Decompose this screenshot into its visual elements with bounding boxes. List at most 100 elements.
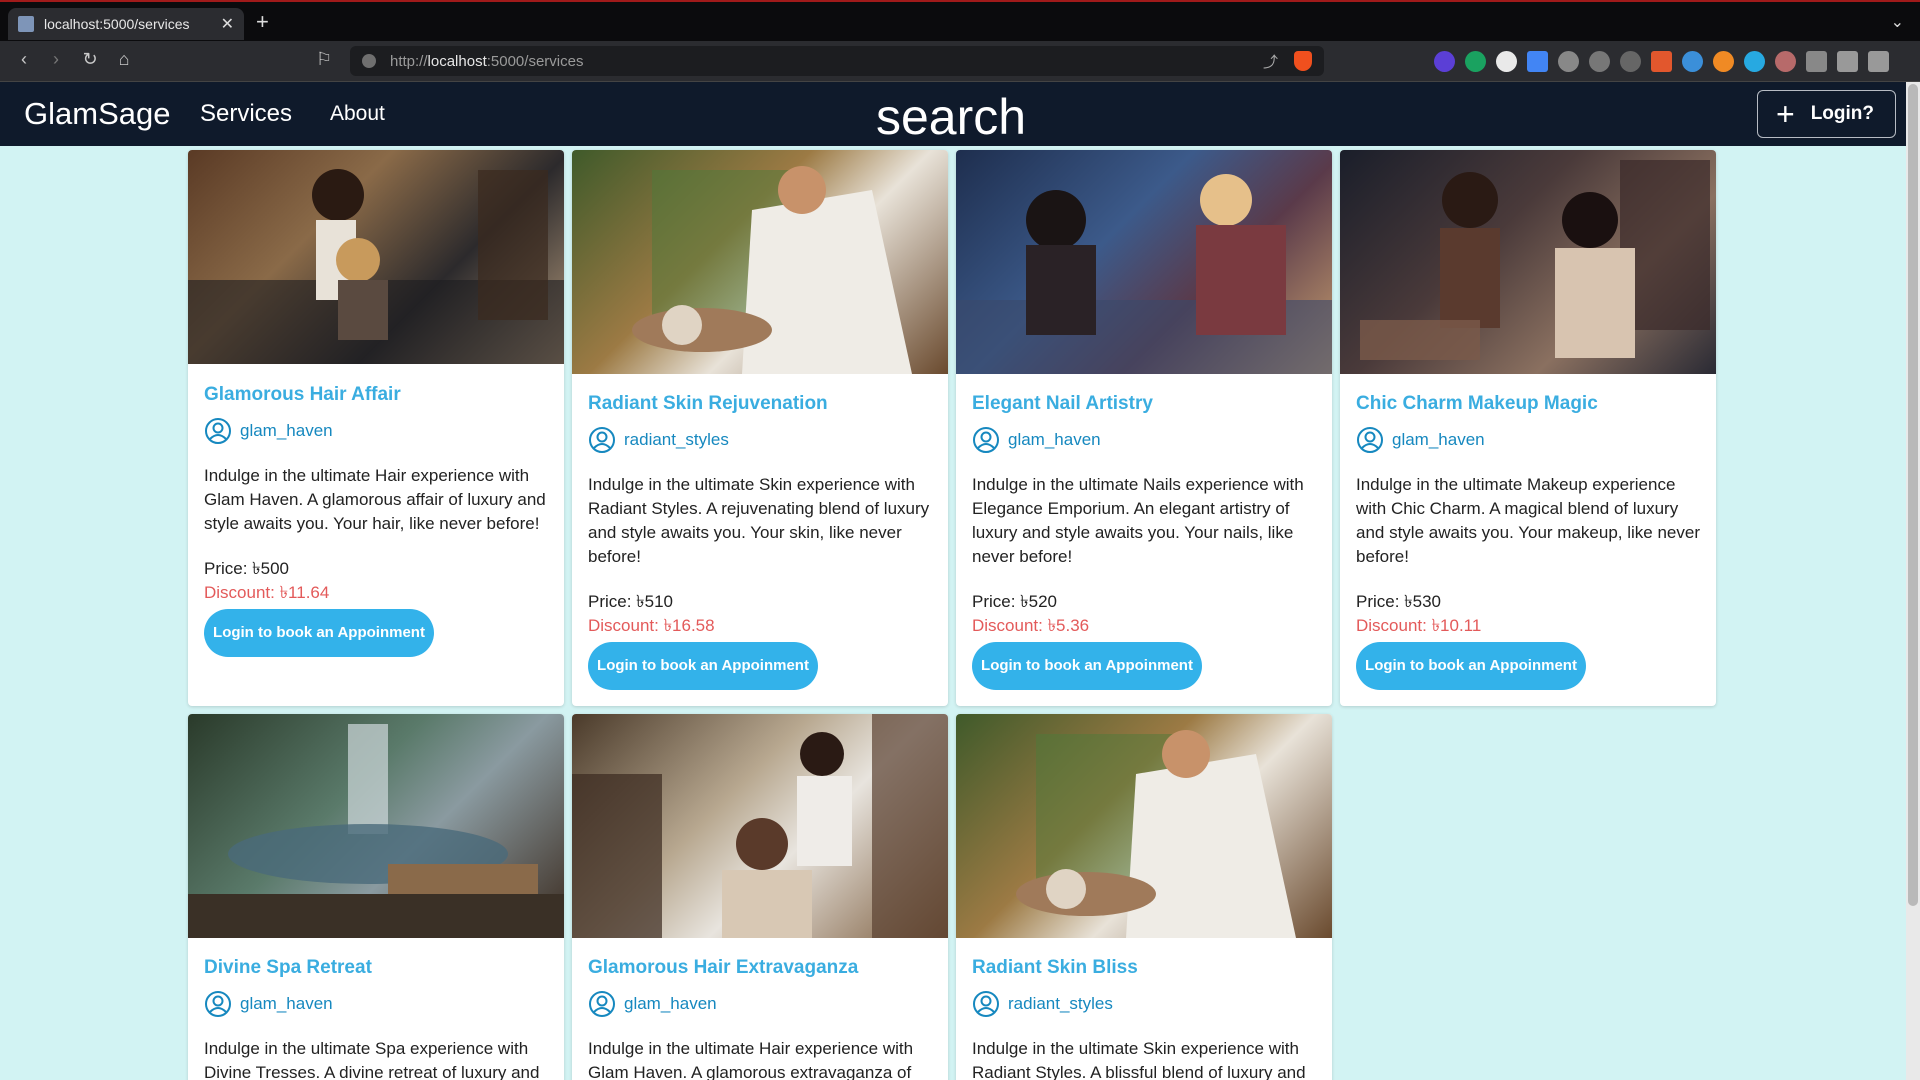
service-image bbox=[572, 714, 948, 938]
extensions-puzzle-icon[interactable] bbox=[1806, 51, 1827, 72]
service-title[interactable]: Divine Spa Retreat bbox=[204, 957, 372, 979]
service-image bbox=[1340, 150, 1716, 374]
address-bar[interactable]: http://localhost:5000/services ⤴ bbox=[350, 46, 1324, 76]
react-icon[interactable] bbox=[1620, 51, 1641, 72]
service-owner[interactable]: glam_haven bbox=[588, 990, 717, 1018]
book-appointment-button[interactable]: Login to book an Appoinment bbox=[972, 642, 1202, 690]
nav-services[interactable]: Services bbox=[200, 100, 292, 128]
extension-icon[interactable] bbox=[1682, 51, 1703, 72]
owner-name: glam_haven bbox=[1008, 430, 1101, 449]
owner-name: glam_haven bbox=[240, 994, 333, 1013]
browser-toolbar: ‹ › ↻ ⌂ ⚐ http://localhost:5000/services… bbox=[0, 41, 1920, 82]
user-icon bbox=[589, 991, 615, 1017]
service-title[interactable]: Elegant Nail Artistry bbox=[972, 393, 1153, 415]
forward-icon[interactable]: › bbox=[44, 49, 68, 70]
owner-name: radiant_styles bbox=[624, 430, 729, 449]
browser-tab[interactable]: localhost:5000/services ✕ bbox=[8, 8, 244, 40]
extension-icon[interactable] bbox=[1713, 51, 1734, 72]
extension-icon[interactable] bbox=[1589, 51, 1610, 72]
extension-icon[interactable] bbox=[1434, 51, 1455, 72]
service-card: Chic Charm Makeup Magic glam_haven Indul… bbox=[1340, 150, 1716, 706]
extension-icon[interactable] bbox=[1496, 51, 1517, 72]
bookmark-icon[interactable]: ⚐ bbox=[316, 49, 332, 70]
book-appointment-button[interactable]: Login to book an Appoinment bbox=[1356, 642, 1586, 690]
service-card: Glamorous Hair Affair glam_haven Indulge… bbox=[188, 150, 564, 706]
user-icon bbox=[205, 991, 231, 1017]
service-description: Indulge in the ultimate Skin experience … bbox=[972, 1039, 1306, 1080]
site-info-icon[interactable] bbox=[362, 54, 376, 68]
service-title[interactable]: Glamorous Hair Affair bbox=[204, 384, 401, 406]
user-icon bbox=[1357, 427, 1383, 453]
service-title[interactable]: Glamorous Hair Extravaganza bbox=[588, 957, 858, 979]
service-owner[interactable]: radiant_styles bbox=[588, 426, 729, 454]
grammarly-icon[interactable] bbox=[1465, 51, 1486, 72]
new-tab-icon[interactable]: + bbox=[256, 9, 269, 35]
plus-icon: + bbox=[1776, 96, 1795, 132]
login-label: Login? bbox=[1810, 103, 1874, 124]
owner-name: radiant_styles bbox=[1008, 994, 1113, 1013]
menu-icon[interactable] bbox=[1868, 51, 1889, 72]
brave-shields-icon[interactable] bbox=[1294, 51, 1312, 71]
tab-title: localhost:5000/services bbox=[44, 16, 190, 32]
scrollbar-thumb[interactable] bbox=[1908, 84, 1918, 906]
extension-icon[interactable] bbox=[1775, 51, 1796, 72]
service-discount: Discount: ৳16.58 bbox=[588, 616, 715, 635]
user-icon bbox=[589, 427, 615, 453]
brand-logo[interactable]: GlamSage bbox=[24, 96, 170, 132]
service-description: Indulge in the ultimate Spa experience w… bbox=[204, 1039, 540, 1080]
service-title[interactable]: Chic Charm Makeup Magic bbox=[1356, 393, 1598, 415]
book-appointment-button[interactable]: Login to book an Appoinment bbox=[588, 642, 818, 690]
service-image bbox=[572, 150, 948, 374]
share-icon[interactable]: ⤴ bbox=[1263, 51, 1278, 72]
search-heading[interactable]: search bbox=[876, 88, 1026, 146]
service-description: Indulge in the ultimate Nails experience… bbox=[972, 475, 1304, 566]
service-title[interactable]: Radiant Skin Bliss bbox=[972, 957, 1138, 979]
owner-name: glam_haven bbox=[624, 994, 717, 1013]
service-owner[interactable]: glam_haven bbox=[972, 426, 1101, 454]
service-card: Radiant Skin Bliss radiant_styles Indulg… bbox=[956, 714, 1332, 1080]
browser-tab-bar: localhost:5000/services ✕ + ⌄ bbox=[0, 0, 1920, 41]
service-card: Elegant Nail Artistry glam_haven Indulge… bbox=[956, 150, 1332, 706]
translate-icon[interactable] bbox=[1527, 51, 1548, 72]
extension-icon[interactable] bbox=[1651, 51, 1672, 72]
close-tab-icon[interactable]: ✕ bbox=[221, 14, 234, 34]
service-discount: Discount: ৳11.64 bbox=[204, 583, 330, 602]
service-card: Radiant Skin Rejuvenation radiant_styles… bbox=[572, 150, 948, 706]
favicon-icon bbox=[18, 16, 34, 32]
service-card: Divine Spa Retreat glam_haven Indulge in… bbox=[188, 714, 564, 1080]
user-icon bbox=[205, 418, 231, 444]
user-icon bbox=[973, 991, 999, 1017]
nav-about[interactable]: About bbox=[330, 102, 385, 126]
service-description: Indulge in the ultimate Hair experience … bbox=[204, 466, 546, 533]
reload-icon[interactable]: ↻ bbox=[78, 49, 102, 70]
book-appointment-button[interactable]: Login to book an Appoinment bbox=[204, 609, 434, 657]
login-button[interactable]: + Login? bbox=[1757, 90, 1896, 138]
service-owner[interactable]: glam_haven bbox=[204, 990, 333, 1018]
app-navbar: GlamSage Services About search + Login? bbox=[0, 82, 1920, 146]
user-icon bbox=[973, 427, 999, 453]
service-image bbox=[956, 714, 1332, 938]
home-icon[interactable]: ⌂ bbox=[112, 49, 136, 70]
service-owner[interactable]: glam_haven bbox=[1356, 426, 1485, 454]
owner-name: glam_haven bbox=[1392, 430, 1485, 449]
service-discount: Discount: ৳10.11 bbox=[1356, 616, 1482, 635]
service-card: Glamorous Hair Extravaganza glam_haven I… bbox=[572, 714, 948, 1080]
extension-icon[interactable] bbox=[1558, 51, 1579, 72]
service-discount: Discount: ৳5.36 bbox=[972, 616, 1090, 635]
service-image bbox=[956, 150, 1332, 374]
tab-list-chevron-icon[interactable]: ⌄ bbox=[1891, 12, 1904, 32]
service-description: Indulge in the ultimate Makeup experienc… bbox=[1356, 475, 1700, 566]
extension-icons bbox=[1434, 51, 1889, 72]
sidebar-icon[interactable] bbox=[1837, 51, 1858, 72]
service-description: Indulge in the ultimate Hair experience … bbox=[588, 1039, 914, 1080]
service-title[interactable]: Radiant Skin Rejuvenation bbox=[588, 393, 828, 415]
owner-name: glam_haven bbox=[240, 421, 333, 440]
service-owner[interactable]: radiant_styles bbox=[972, 990, 1113, 1018]
extension-icon[interactable] bbox=[1744, 51, 1765, 72]
service-description: Indulge in the ultimate Skin experience … bbox=[588, 475, 930, 566]
service-owner[interactable]: glam_haven bbox=[204, 417, 333, 445]
service-image bbox=[188, 150, 564, 364]
back-icon[interactable]: ‹ bbox=[12, 49, 36, 70]
service-image bbox=[188, 714, 564, 938]
url-text: http://localhost:5000/services bbox=[390, 52, 584, 70]
